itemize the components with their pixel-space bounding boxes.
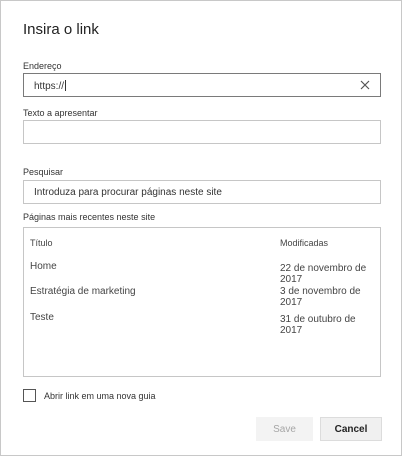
address-input[interactable]: https:// (23, 73, 381, 97)
search-label: Pesquisar (23, 167, 64, 177)
address-label: Endereço (23, 61, 62, 71)
recent-pages-label: Páginas mais recentes neste site (23, 212, 156, 222)
column-header-title: Título (30, 238, 53, 248)
table-row[interactable]: Home 22 de novembro de 2017 (24, 261, 380, 285)
close-icon (360, 80, 370, 90)
address-value: https:// (34, 80, 67, 92)
search-placeholder: Introduza para procurar páginas neste si… (34, 187, 222, 198)
clear-address-button[interactable] (358, 78, 372, 92)
table-row[interactable]: Estratégia de marketing 3 de novembro de… (24, 286, 380, 308)
dialog-title: Insira o link (23, 21, 99, 38)
open-in-new-tab-checkbox[interactable] (23, 389, 36, 402)
row-title: Teste (30, 312, 54, 323)
row-modified: 3 de novembro de 2017 (280, 286, 361, 308)
row-title: Estratégia de marketing (30, 286, 136, 297)
row-modified: 22 de novembro de 2017 (280, 263, 367, 285)
text-caret (65, 80, 67, 91)
open-in-new-tab-label: Abrir link em uma nova guia (44, 391, 156, 401)
table-row[interactable]: Teste 31 de outubro de 2017 (24, 312, 380, 336)
save-button[interactable]: Save (256, 417, 313, 441)
recent-pages-list: Título Modificadas Home 22 de novembro d… (23, 227, 381, 377)
display-text-input[interactable] (23, 120, 381, 144)
cancel-button[interactable]: Cancel (320, 417, 382, 441)
search-input[interactable]: Introduza para procurar páginas neste si… (23, 180, 381, 204)
display-text-label: Texto a apresentar (23, 108, 98, 118)
row-modified: 31 de outubro de 2017 (280, 314, 356, 336)
column-header-modified: Modificadas (280, 238, 329, 248)
row-title: Home (30, 261, 57, 272)
insert-link-dialog: Insira o link Endereço https:// Texto a … (0, 0, 402, 456)
